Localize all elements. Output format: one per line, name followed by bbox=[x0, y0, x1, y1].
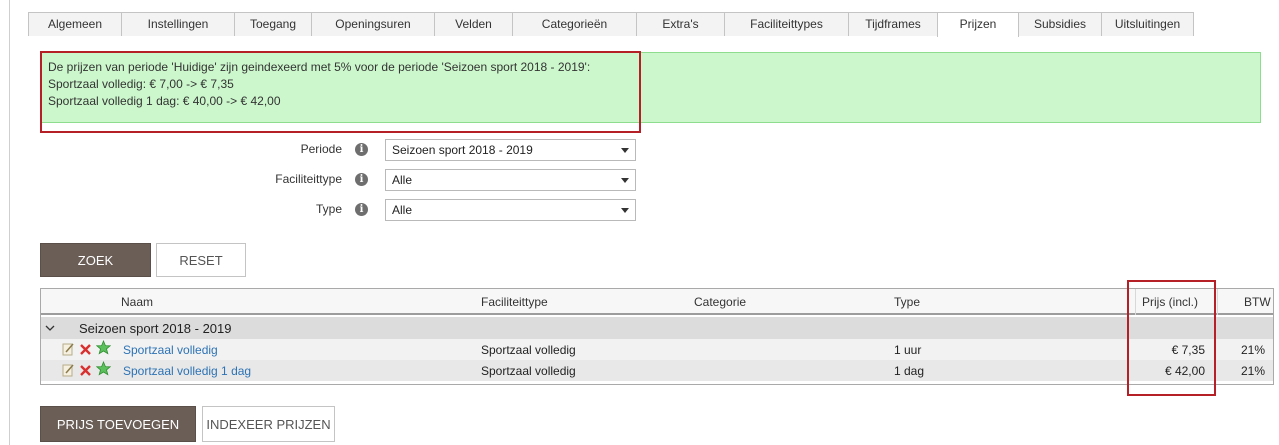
faciliteittype-select[interactable]: Alle bbox=[385, 169, 636, 191]
info-icon[interactable]: i bbox=[355, 203, 368, 216]
periode-select[interactable]: Seizoen sport 2018 - 2019 bbox=[385, 139, 636, 161]
periode-label: Periode bbox=[300, 142, 342, 156]
star-icon[interactable] bbox=[96, 361, 111, 376]
group-row[interactable]: Seizoen sport 2018 - 2019 bbox=[41, 317, 1273, 339]
faciliteittype-label: Faciliteittype bbox=[275, 172, 342, 186]
col-btw-header[interactable]: BTW bbox=[1244, 295, 1271, 309]
info-icon[interactable]: i bbox=[355, 143, 368, 156]
delete-icon[interactable] bbox=[79, 363, 92, 377]
periode-value: Seizoen sport 2018 - 2019 bbox=[392, 143, 533, 157]
row-naam-link[interactable]: Sportzaal volledig 1 dag bbox=[123, 364, 251, 378]
row-btw: 21% bbox=[1240, 364, 1265, 378]
filter-faciliteittype-row: Faciliteittype i Alle bbox=[0, 169, 700, 191]
tab-faciliteittypes[interactable]: Faciliteittypes bbox=[724, 12, 849, 36]
edit-icon[interactable] bbox=[62, 342, 75, 356]
highlight-box-message bbox=[40, 51, 641, 133]
indexeer-prijzen-button[interactable]: INDEXEER PRIJZEN bbox=[202, 406, 335, 442]
tab-bar: Algemeen Instellingen Toegang Openingsur… bbox=[28, 12, 1194, 37]
type-select[interactable]: Alle bbox=[385, 199, 636, 221]
table-row: Sportzaal volledig Sportzaal volledig 1 … bbox=[41, 339, 1273, 360]
row-type: 1 dag bbox=[894, 364, 925, 378]
col-categorie-header[interactable]: Categorie bbox=[694, 295, 746, 309]
type-label: Type bbox=[315, 202, 342, 216]
tab-categorieen[interactable]: Categorieën bbox=[512, 12, 637, 36]
edit-icon[interactable] bbox=[62, 363, 75, 377]
col-naam-header[interactable]: Naam bbox=[121, 295, 153, 309]
filter-type-row: Type i Alle bbox=[0, 199, 700, 221]
filter-periode-row: Periode i Seizoen sport 2018 - 2019 bbox=[0, 139, 700, 161]
group-label: Seizoen sport 2018 - 2019 bbox=[79, 321, 232, 336]
star-icon[interactable] bbox=[96, 340, 111, 355]
tab-algemeen[interactable]: Algemeen bbox=[28, 12, 122, 36]
row-faciliteittype: Sportzaal volledig bbox=[481, 343, 576, 357]
reset-button[interactable]: RESET bbox=[156, 243, 246, 277]
tab-uitsluitingen[interactable]: Uitsluitingen bbox=[1101, 12, 1194, 36]
tab-extras[interactable]: Extra's bbox=[636, 12, 725, 36]
tab-subsidies[interactable]: Subsidies bbox=[1018, 12, 1102, 36]
faciliteittype-value: Alle bbox=[392, 173, 413, 187]
caret-down-icon bbox=[621, 148, 629, 153]
chevron-down-icon[interactable] bbox=[45, 323, 55, 333]
zoek-button[interactable]: ZOEK bbox=[40, 243, 151, 277]
col-type-header[interactable]: Type bbox=[894, 295, 920, 309]
row-faciliteittype: Sportzaal volledig bbox=[481, 364, 576, 378]
delete-icon[interactable] bbox=[79, 342, 92, 356]
table-row: Sportzaal volledig 1 dag Sportzaal volle… bbox=[41, 360, 1273, 381]
tab-prijzen[interactable]: Prijzen bbox=[937, 12, 1019, 37]
prices-table: Naam Faciliteittype Categorie Type Prijs… bbox=[40, 288, 1274, 385]
table-header: Naam Faciliteittype Categorie Type Prijs… bbox=[41, 289, 1273, 315]
row-naam-link[interactable]: Sportzaal volledig bbox=[123, 343, 218, 357]
tab-openingsuren[interactable]: Openingsuren bbox=[311, 12, 435, 36]
tab-instellingen[interactable]: Instellingen bbox=[121, 12, 235, 36]
tab-toegang[interactable]: Toegang bbox=[234, 12, 312, 36]
tab-velden[interactable]: Velden bbox=[434, 12, 513, 36]
caret-down-icon bbox=[621, 178, 629, 183]
info-icon[interactable]: i bbox=[355, 173, 368, 186]
tab-tijdframes[interactable]: Tijdframes bbox=[848, 12, 938, 36]
highlight-box-prices bbox=[1127, 280, 1216, 396]
col-faciliteittype-header[interactable]: Faciliteittype bbox=[481, 295, 548, 309]
prijs-toevoegen-button[interactable]: PRIJS TOEVOEGEN bbox=[40, 406, 196, 442]
row-type: 1 uur bbox=[894, 343, 922, 357]
type-value: Alle bbox=[392, 203, 413, 217]
caret-down-icon bbox=[621, 208, 629, 213]
column-divider bbox=[1217, 289, 1218, 315]
row-btw: 21% bbox=[1240, 343, 1265, 357]
